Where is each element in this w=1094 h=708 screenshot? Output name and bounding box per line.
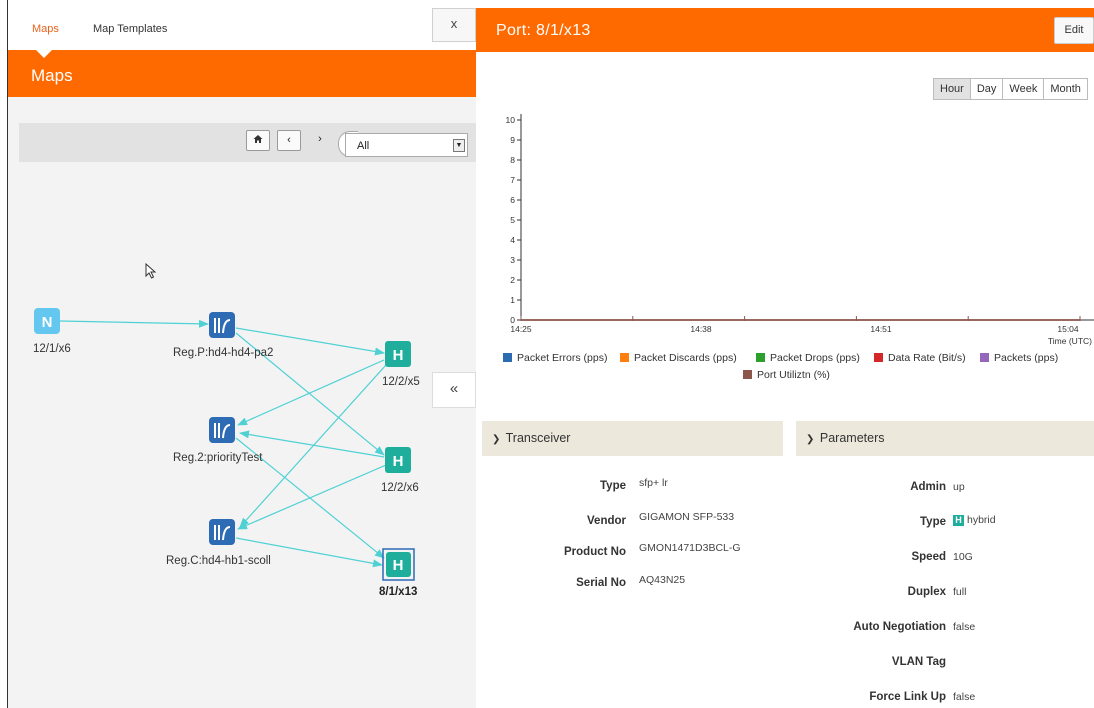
double-chevron-left-icon: «: [449, 380, 459, 397]
y-tick-label: 8: [510, 155, 515, 165]
transceiver-vendor-key: Vendor: [587, 515, 626, 527]
legend-swatch: [874, 353, 883, 362]
node-label-selected: 8/1/x13: [379, 586, 418, 598]
param-autoneg-value: false: [953, 621, 976, 633]
node-12-2-x5[interactable]: H: [385, 341, 411, 367]
close-panel-button[interactable]: x: [432, 8, 476, 42]
legend-label: Packets (pps): [994, 352, 1059, 364]
param-type-text: hybrid: [967, 514, 996, 526]
param-speed-value: 10G: [953, 551, 973, 563]
chevron-down-icon: ❯: [806, 434, 815, 445]
legend-swatch: [756, 353, 765, 362]
svg-text:H: H: [393, 347, 404, 364]
node-8-1-x13-selected[interactable]: H: [382, 548, 415, 581]
legend-swatch: [743, 370, 752, 379]
node-label: Reg.C:hd4-hb1-scoll: [166, 555, 271, 567]
parameters-section-header[interactable]: ❯ Parameters: [796, 421, 1094, 456]
param-type-key: Type: [920, 516, 946, 528]
app-root: Maps Map Templates Maps ‹ › All ▼ N H H …: [0, 0, 1094, 708]
param-duplex-key: Duplex: [907, 586, 946, 598]
svg-text:H: H: [393, 557, 404, 574]
transceiver-title: Transceiver: [505, 431, 571, 445]
param-autoneg-key: Auto Negotiation: [853, 621, 946, 633]
port-detail-panel: Port: 8/1/x13 Edit Hour Day Week Month 0…: [476, 0, 1094, 708]
legend-item: Data Rate (Bit/s): [874, 352, 966, 364]
y-tick-label: 3: [510, 255, 515, 265]
param-admin-value: up: [953, 481, 965, 493]
node-reg-c[interactable]: [209, 519, 235, 545]
param-duplex-value: full: [953, 586, 967, 598]
legend-label: Data Rate (Bit/s): [888, 352, 966, 364]
transceiver-product-key: Product No: [564, 546, 626, 558]
transceiver-vendor-value: GIGAMON SFP-533: [639, 511, 735, 523]
legend-label: Packet Discards (pps): [634, 352, 737, 364]
param-forcelink-key: Force Link Up: [869, 691, 946, 703]
y-tick-label: 9: [510, 135, 515, 145]
node-label: 12/2/x5: [382, 376, 420, 388]
legend-label: Packet Drops (pps): [770, 352, 860, 364]
param-type-value: Hhybrid: [953, 514, 996, 526]
transceiver-serial-value: AQ43N25: [639, 574, 686, 586]
y-tick-label: 2: [510, 275, 515, 285]
transceiver-type-value: sfp+ lr: [639, 477, 668, 489]
x-tick-label: 14:25: [510, 324, 532, 334]
edge: [237, 464, 387, 530]
svg-text:N: N: [42, 314, 53, 331]
y-tick-label: 4: [510, 235, 515, 245]
svg-text:H: H: [393, 453, 404, 470]
legend-item: Port Utiliztn (%): [743, 369, 830, 381]
x-axis-label: Time (UTC): [1048, 336, 1092, 346]
transceiver-product-value: GMON1471D3BCL-G: [639, 542, 741, 554]
transceiver-serial-key: Serial No: [576, 577, 626, 589]
chevron-down-icon: ❯: [492, 434, 501, 445]
edge: [239, 364, 387, 528]
node-label: Reg.2:priorityTest: [173, 452, 263, 464]
edge: [237, 359, 385, 426]
param-vlan-key: VLAN Tag: [891, 656, 946, 668]
node-label: 12/1/x6: [33, 343, 71, 355]
legend-item: Packet Errors (pps): [503, 352, 607, 364]
node-12-2-x6[interactable]: H: [385, 447, 411, 473]
hybrid-badge-icon: H: [953, 515, 964, 526]
y-tick-label: 10: [506, 115, 516, 125]
legend-swatch: [980, 353, 989, 362]
node-12-1-x6[interactable]: N: [34, 308, 60, 334]
y-tick-label: 1: [510, 295, 515, 305]
node-reg-2[interactable]: [209, 417, 235, 443]
port-stats-chart: 01234567891014:25 14:38 14:51 15:04Time (UT…: [506, 114, 1094, 346]
collapse-panel-button[interactable]: «: [432, 372, 476, 408]
legend-item: Packet Drops (pps): [756, 352, 860, 364]
y-tick-label: 5: [510, 215, 515, 225]
edge: [59, 319, 209, 328]
transceiver-section-header[interactable]: ❯ Transceiver: [482, 421, 783, 456]
legend-item: Packets (pps): [980, 352, 1058, 364]
node-label: 12/2/x6: [381, 482, 419, 494]
param-forcelink-value: false: [953, 691, 976, 703]
x-tick-label: 15:04: [1057, 324, 1079, 334]
x-tick-label: 14:38: [690, 324, 712, 334]
param-admin-key: Admin: [910, 481, 946, 493]
y-tick-label: 7: [510, 175, 515, 185]
param-speed-key: Speed: [911, 551, 946, 563]
legend-label: Packet Errors (pps): [517, 352, 608, 364]
node-label: Reg.P:hd4-hd4-pa2: [173, 347, 274, 359]
legend-label: Port Utiliztn (%): [757, 369, 830, 381]
mouse-cursor-icon: [145, 263, 157, 279]
legend-swatch: [503, 353, 512, 362]
parameters-title: Parameters: [819, 431, 885, 445]
x-tick-label: 14:51: [870, 324, 892, 334]
node-reg-p[interactable]: [209, 312, 235, 338]
y-tick-label: 6: [510, 195, 515, 205]
legend-item: Packet Discards (pps): [620, 352, 737, 364]
transceiver-type-key: Type: [600, 480, 626, 492]
legend-swatch: [620, 353, 629, 362]
